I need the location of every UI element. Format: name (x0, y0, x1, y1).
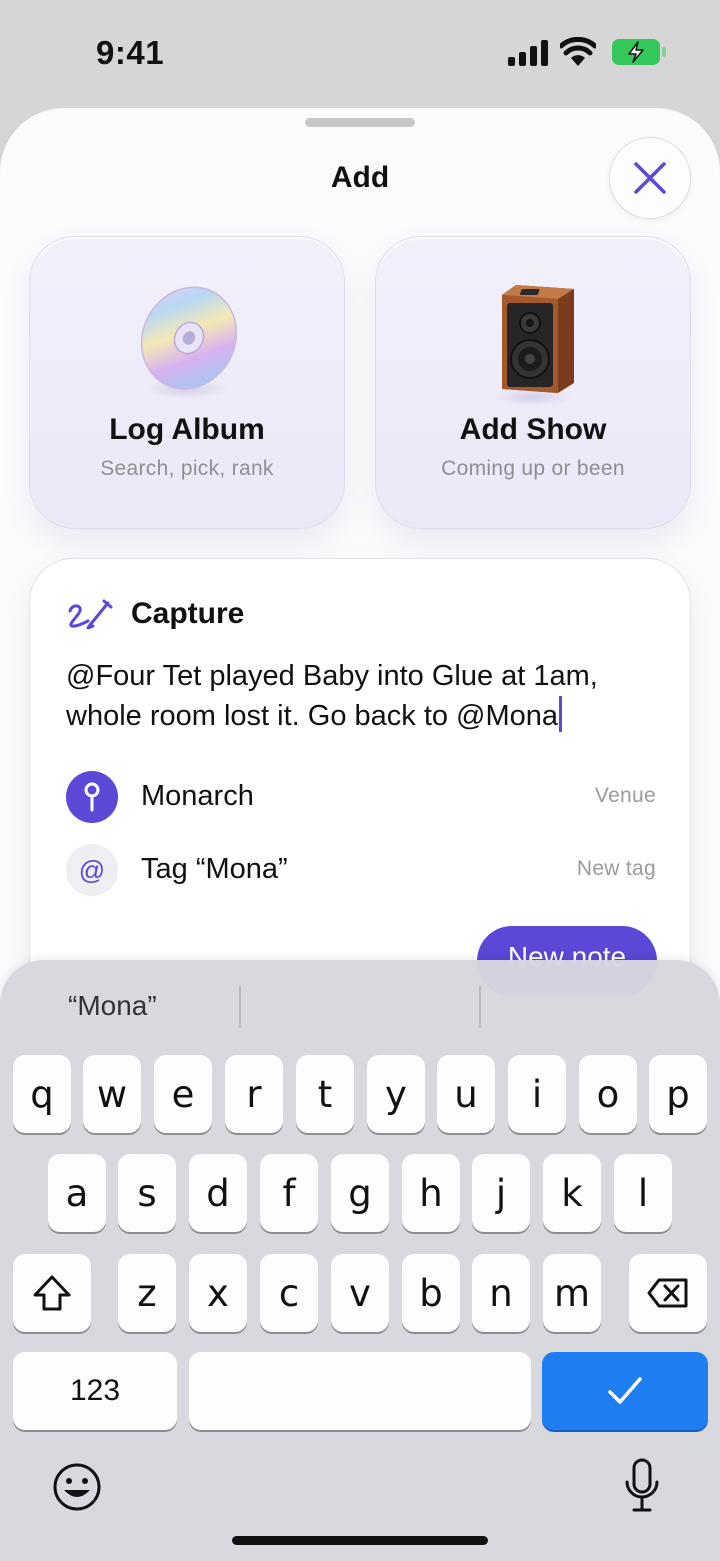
cellular-signal-icon (508, 40, 548, 66)
key-s[interactable]: s (118, 1154, 176, 1232)
home-indicator (232, 1536, 488, 1545)
key-r[interactable]: r (225, 1055, 283, 1133)
close-icon (634, 162, 666, 194)
status-time: 9:41 (96, 34, 165, 71)
log-album-card[interactable]: Log Album Search, pick, rank (29, 236, 345, 529)
status-bar: 9:41 (0, 0, 720, 100)
microphone-icon[interactable] (624, 1458, 660, 1514)
pin-icon (66, 771, 118, 823)
shift-icon (33, 1275, 71, 1311)
shift-key[interactable] (13, 1254, 91, 1332)
key-k[interactable]: k (543, 1154, 601, 1232)
suggestion-kind: Venue (594, 784, 656, 807)
key-l[interactable]: l (614, 1154, 672, 1232)
prediction-divider (239, 986, 241, 1028)
capture-text-field[interactable]: @Four Tet played Baby into Glue at 1am, … (66, 656, 666, 736)
log-album-subtitle: Search, pick, rank (100, 457, 274, 480)
key-m[interactable]: m (543, 1254, 601, 1332)
key-y[interactable]: y (367, 1055, 425, 1133)
key-w[interactable]: w (83, 1055, 141, 1133)
card-illustration (376, 283, 690, 408)
key-j[interactable]: j (472, 1154, 530, 1232)
card-illustration (30, 283, 344, 403)
key-t[interactable]: t (296, 1055, 354, 1133)
add-show-subtitle: Coming up or been (441, 457, 625, 480)
key-n[interactable]: n (472, 1254, 530, 1332)
capture-title: Capture (131, 597, 245, 630)
add-show-card[interactable]: Add Show Coming up or been (375, 236, 691, 529)
key-x[interactable]: x (189, 1254, 247, 1332)
key-z[interactable]: z (118, 1254, 176, 1332)
prediction-suggestion[interactable]: “Mona” (68, 990, 157, 1022)
wifi-icon (560, 37, 596, 66)
suggestion-label: Tag “Mona” (141, 853, 288, 885)
suggestion-tag[interactable]: @ Tag “Mona” New tag (66, 844, 656, 896)
backspace-icon (647, 1278, 688, 1308)
prediction-divider (479, 986, 481, 1028)
backspace-key[interactable] (629, 1254, 707, 1332)
key-u[interactable]: u (437, 1055, 495, 1133)
emoji-icon[interactable] (52, 1462, 102, 1512)
key-g[interactable]: g (331, 1154, 389, 1232)
close-button[interactable] (609, 137, 691, 219)
suggestion-label: Monarch (141, 780, 254, 812)
compact-disc-icon (140, 286, 238, 399)
key-q[interactable]: q (13, 1055, 71, 1133)
add-show-title: Add Show (459, 413, 607, 446)
capture-text-value: @Four Tet played Baby into Glue at 1am, … (66, 660, 598, 732)
suggestion-kind: New tag (576, 857, 656, 880)
key-d[interactable]: d (189, 1154, 247, 1232)
key-p[interactable]: p (649, 1055, 707, 1133)
predictive-bar: “Mona” (0, 960, 720, 1050)
suggestion-venue[interactable]: Monarch Venue (66, 771, 656, 823)
battery-charging-icon (612, 39, 666, 65)
key-e[interactable]: e (154, 1055, 212, 1133)
at-sign-icon: @ (66, 844, 118, 896)
key-o[interactable]: o (579, 1055, 637, 1133)
key-c[interactable]: c (260, 1254, 318, 1332)
key-f[interactable]: f (260, 1154, 318, 1232)
done-key[interactable] (542, 1352, 708, 1430)
checkmark-icon (608, 1377, 642, 1404)
pencil-scribble-icon (68, 599, 113, 629)
key-b[interactable]: b (402, 1254, 460, 1332)
text-caret (559, 696, 563, 732)
speaker-icon (495, 285, 574, 406)
log-album-title: Log Album (109, 413, 265, 446)
numbers-key[interactable]: 123 (13, 1352, 177, 1430)
space-key[interactable] (189, 1352, 531, 1430)
key-v[interactable]: v (331, 1254, 389, 1332)
sheet-grabber[interactable] (305, 118, 415, 127)
key-h[interactable]: h (402, 1154, 460, 1232)
key-i[interactable]: i (508, 1055, 566, 1133)
key-a[interactable]: a (48, 1154, 106, 1232)
keyboard: “Mona” q w e r t y u i o p a s d f g h j… (0, 960, 720, 1561)
